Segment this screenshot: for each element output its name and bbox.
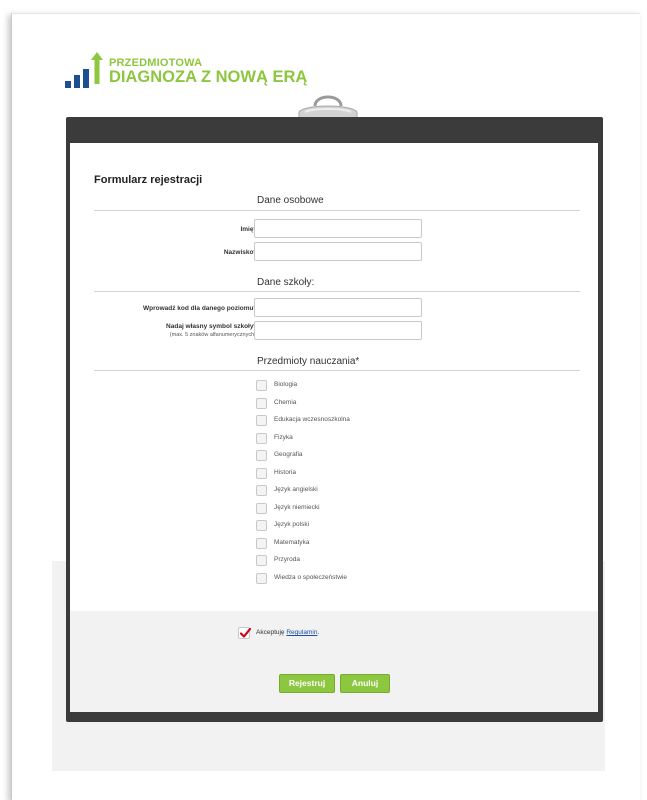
checkbox[interactable] [256, 450, 267, 461]
terms-checkbox[interactable] [238, 627, 251, 639]
checkbox[interactable] [256, 572, 267, 584]
section-divider [94, 291, 580, 292]
checkmark-icon [240, 628, 251, 638]
checkbox[interactable] [256, 467, 267, 479]
checkbox[interactable] [256, 432, 267, 444]
section-divider [94, 210, 580, 211]
checkbox[interactable] [256, 502, 267, 514]
terms-text: Akceptuję [256, 629, 285, 636]
subject-label: Wiedza o społeczeństwie [274, 573, 347, 581]
subject-label: Język angielski [274, 486, 318, 493]
last-name-label: Nazwisko* [223, 249, 256, 256]
section-title-subjects: Przedmioty nauczania* [257, 356, 360, 367]
clipboard-clip-icon [298, 95, 358, 120]
section-title-school: Dane szkoły: [257, 277, 315, 288]
school-symbol-field[interactable] [254, 321, 422, 340]
last-name-field[interactable] [254, 242, 422, 261]
subject-label: Historia [274, 468, 297, 476]
subject-label: Przyroda [274, 556, 301, 563]
section-divider [94, 370, 580, 371]
checkbox[interactable] [256, 520, 267, 531]
register-button[interactable]: Rejestruj [279, 674, 335, 693]
brand-logo: PRZEDMIOTOWA DIAGNOZA Z NOWĄ ERĄ [65, 52, 308, 88]
subject-label: Język polski [274, 521, 310, 528]
subject-label: Język niemiecki [274, 503, 320, 511]
subject-label: Matematyka [274, 538, 310, 546]
form-title: Formularz rejestracji [94, 174, 203, 186]
section-title-personal: Dane osobowe [257, 195, 324, 206]
school-symbol-hint: (max. 5 znaków alfanumerycznych) [169, 332, 256, 338]
checkbox[interactable] [256, 485, 267, 496]
checkbox[interactable] [256, 555, 267, 566]
school-code-label: Wprowadź kod dla danego poziomu* [142, 305, 256, 312]
subject-label: Fizyka [274, 433, 293, 441]
subject-label: Chemia [274, 398, 297, 406]
logo-bar-icon [65, 81, 71, 88]
logo-text-line2: DIAGNOZA Z NOWĄ ERĄ [109, 68, 308, 86]
checkbox[interactable] [256, 397, 267, 409]
registration-form: Formularz rejestracji Dane osobowe Imię*… [70, 143, 598, 712]
clipboard-board: Formularz rejestracji Dane osobowe Imię*… [66, 117, 603, 722]
terms-link[interactable]: Regulamin [286, 629, 317, 636]
logo-arrow-up-icon [91, 52, 103, 84]
subject-label: Geografia [274, 451, 303, 458]
school-symbol-label: Nadaj własny symbol szkoły* [166, 323, 256, 330]
first-name-field[interactable] [254, 219, 422, 238]
checkbox[interactable] [256, 537, 267, 549]
logo-bar-icon [74, 75, 80, 88]
form-footer-area [70, 611, 598, 712]
checkbox[interactable] [256, 415, 267, 426]
checkbox[interactable] [256, 380, 267, 391]
terms-suffix: . [317, 629, 320, 636]
school-code-field[interactable] [254, 298, 422, 317]
logo-bar-icon [83, 69, 89, 88]
subject-label: Biologia [274, 381, 298, 388]
cancel-button[interactable]: Anuluj [340, 674, 390, 693]
subject-label: Edukacja wczesnoszkolna [274, 416, 350, 423]
